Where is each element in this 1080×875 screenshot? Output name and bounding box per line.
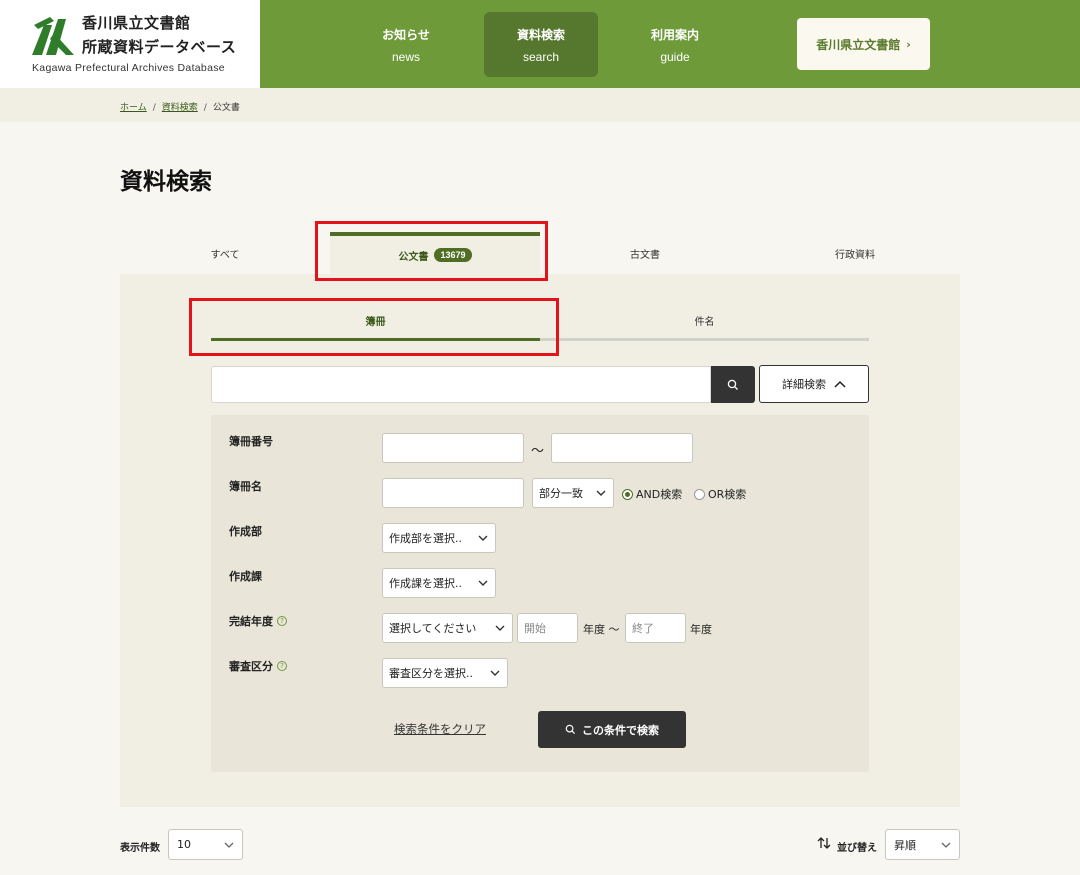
and-search-label: AND検索 xyxy=(636,488,683,501)
search-with-conditions-button[interactable]: この条件で検索 xyxy=(538,711,686,748)
subtab-subject[interactable]: 件名 xyxy=(540,313,869,341)
department-select-value: 作成部を選択.. xyxy=(389,532,462,545)
completion-year-label-text: 完結年度 xyxy=(229,615,273,628)
nav-guide[interactable]: 利用案内 guide xyxy=(618,12,732,77)
volume-name-input[interactable] xyxy=(382,478,524,508)
subtab-subject-label: 件名 xyxy=(694,317,715,328)
start-year-placeholder: 開始 xyxy=(524,622,546,635)
review-category-label-text: 審査区分 xyxy=(229,660,273,673)
section-select-value: 作成課を選択.. xyxy=(389,577,462,590)
review-category-select[interactable]: 審査区分を選択.. xyxy=(382,658,508,688)
nav-guide-label: 利用案内 xyxy=(650,28,699,42)
search-icon xyxy=(565,724,576,735)
and-search-radio[interactable]: AND検索 xyxy=(622,486,682,502)
breadcrumb-separator: / xyxy=(203,103,207,113)
help-icon[interactable]: ? xyxy=(277,616,287,626)
range-separator: ～ xyxy=(531,444,545,459)
per-page-select-value: 10 xyxy=(177,838,191,851)
match-type-select-value: 部分一致 xyxy=(539,487,583,500)
advanced-search-toggle-label: 詳細検索 xyxy=(782,378,826,391)
chevron-up-icon xyxy=(834,380,846,388)
department-select[interactable]: 作成部を選択.. xyxy=(382,523,496,553)
archive-site-button[interactable]: 香川県立文書館 › xyxy=(797,18,930,70)
chevron-down-icon xyxy=(478,580,488,586)
year-range-unit: 年度 ～ xyxy=(583,623,620,636)
tab-all-label: すべて xyxy=(210,249,240,261)
advanced-search-toggle[interactable]: 詳細検索 xyxy=(759,365,869,403)
review-category-select-value: 審査区分を選択.. xyxy=(389,667,473,680)
nav-search-sublabel: search xyxy=(522,50,560,64)
department-label: 作成部 xyxy=(229,523,262,539)
help-icon[interactable]: ? xyxy=(277,661,287,671)
chevron-down-icon xyxy=(478,535,488,541)
archive-site-button-label: 香川県立文書館 xyxy=(816,37,901,52)
tab-old-documents[interactable]: 古文書 xyxy=(540,232,750,274)
per-page-label: 表示件数 xyxy=(120,843,160,854)
nav-search-label: 資料検索 xyxy=(516,28,565,42)
breadcrumb-separator: / xyxy=(152,103,156,113)
volume-name-label-text: 簿冊名 xyxy=(229,480,262,493)
nav-search[interactable]: 資料検索 search xyxy=(484,12,598,77)
tab-all[interactable]: すべて xyxy=(120,232,330,274)
tab-administrative-materials-label: 行政資料 xyxy=(835,249,875,261)
sort-order-select[interactable]: 昇順 xyxy=(885,829,960,860)
breadcrumb-current: 公文書 xyxy=(212,103,240,113)
sort-order-select-value: 昇順 xyxy=(894,838,916,852)
volume-number-to-input[interactable] xyxy=(551,433,693,463)
breadcrumb: ホーム / 資料検索 / 公文書 xyxy=(120,100,240,113)
section-select[interactable]: 作成課を選択.. xyxy=(382,568,496,598)
match-type-select[interactable]: 部分一致 xyxy=(532,478,614,508)
nav-news-sublabel: news xyxy=(391,50,420,64)
logo-title-line2: 所蔵資料データベース xyxy=(82,38,237,56)
end-year-input[interactable]: 終了 xyxy=(625,613,686,643)
department-label-text: 作成部 xyxy=(229,525,262,538)
logo-english: Kagawa Prefectural Archives Database xyxy=(32,62,225,74)
search-button[interactable] xyxy=(711,366,755,403)
sort-icon xyxy=(817,837,831,849)
page-title: 資料検索 xyxy=(120,169,212,195)
clear-conditions-link[interactable]: 検索条件をクリア xyxy=(394,721,486,737)
search-icon xyxy=(727,379,738,390)
section-label: 作成課 xyxy=(229,568,262,584)
volume-number-label: 簿冊番号 xyxy=(229,433,273,449)
chevron-down-icon xyxy=(224,842,234,848)
volume-name-label: 簿冊名 xyxy=(229,478,262,494)
end-year-placeholder: 終了 xyxy=(632,622,654,635)
radio-unselected-icon xyxy=(694,488,705,500)
volume-number-label-text: 簿冊番号 xyxy=(229,435,273,448)
chevron-down-icon xyxy=(941,842,951,848)
completion-year-label: 完結年度 ? xyxy=(229,613,287,629)
or-search-radio[interactable]: OR検索 xyxy=(694,486,746,502)
keyword-search-input[interactable] xyxy=(211,366,711,403)
nav-news[interactable]: お知らせ news xyxy=(349,12,463,77)
fiscal-year-type-select[interactable]: 選択してください xyxy=(382,613,513,643)
per-page-select[interactable]: 10 xyxy=(168,829,243,860)
tab-administrative-materials[interactable]: 行政資料 xyxy=(750,232,960,274)
chevron-down-icon xyxy=(490,670,500,676)
breadcrumb-home[interactable]: ホーム xyxy=(120,103,147,113)
logo-title-line1: 香川県立文書館 xyxy=(82,14,191,32)
review-category-label: 審査区分 ? xyxy=(229,658,287,674)
start-year-input[interactable]: 開始 xyxy=(517,613,578,643)
chevron-down-icon xyxy=(596,490,606,496)
or-search-label: OR検索 xyxy=(708,488,747,501)
site-header: 香川県立文書館 所蔵資料データベース Kagawa Prefectural Ar… xyxy=(0,0,1080,88)
highlight-box xyxy=(315,221,548,281)
year-unit: 年度 xyxy=(690,623,712,636)
kagawa-logo-icon xyxy=(32,17,74,55)
search-with-conditions-label: この条件で検索 xyxy=(582,723,659,737)
nav-guide-sublabel: guide xyxy=(660,50,690,64)
nav-news-label: お知らせ xyxy=(382,28,430,42)
chevron-right-icon: › xyxy=(906,37,911,51)
volume-number-from-input[interactable] xyxy=(382,433,524,463)
section-label-text: 作成課 xyxy=(229,570,262,583)
radio-selected-icon xyxy=(622,488,633,500)
tab-old-documents-label: 古文書 xyxy=(630,249,660,261)
site-logo[interactable]: 香川県立文書館 所蔵資料データベース Kagawa Prefectural Ar… xyxy=(0,0,260,88)
sort-label: 並び替え xyxy=(837,843,877,854)
breadcrumb-search[interactable]: 資料検索 xyxy=(162,103,198,113)
highlight-box xyxy=(189,298,559,356)
fiscal-year-type-select-value: 選択してください xyxy=(389,622,477,635)
chevron-down-icon xyxy=(495,625,505,631)
